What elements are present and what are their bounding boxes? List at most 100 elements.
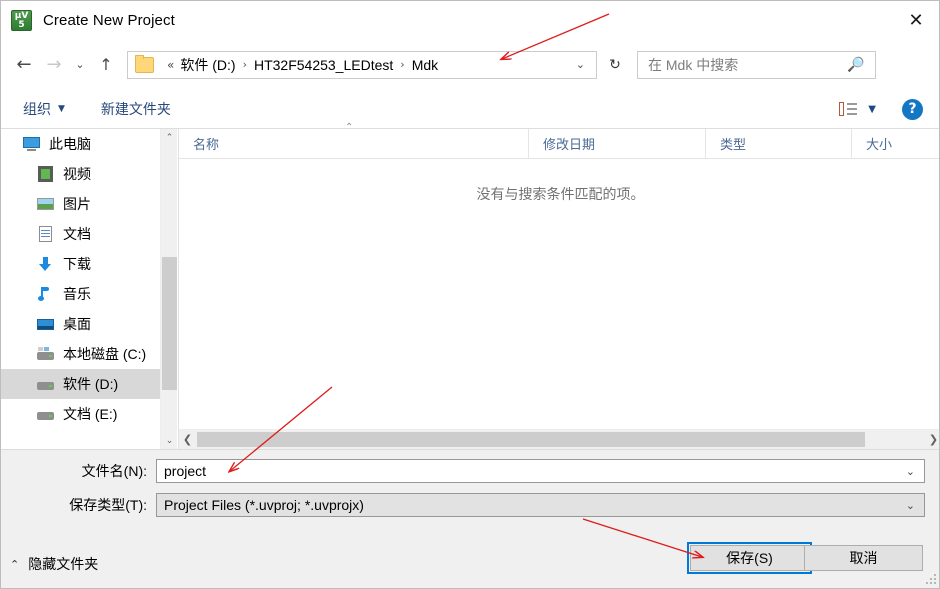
chevron-down-icon: ▼ [58, 103, 65, 114]
music-icon [37, 286, 54, 302]
help-icon[interactable]: ? [902, 98, 923, 120]
file-list-horizontal-scrollbar[interactable]: ❮ ❯ [179, 429, 939, 449]
desktop-icon [37, 316, 54, 332]
sidebar-item-documents-e[interactable]: 文档 (E:) [1, 399, 177, 429]
navigation-bar: ← → ⌄ ↑ « 软件 (D:) › HT32F54253_LEDtest ›… [1, 40, 939, 89]
hide-folders-label: 隐藏文件夹 [28, 556, 99, 572]
command-toolbar: 组织 ▼ 新建文件夹 ▼ ? [1, 89, 939, 129]
drive-icon [37, 346, 54, 362]
sidebar-item-software-d[interactable]: 软件 (D:) [1, 369, 177, 399]
this-pc-icon [23, 136, 40, 152]
video-icon [37, 166, 54, 182]
folder-icon [135, 54, 154, 73]
column-header-date-modified[interactable]: 修改日期 [529, 128, 706, 159]
filetype-row: 保存类型(T): Project Files (*.uvproj; *.uvpr… [1, 493, 925, 517]
search-box[interactable]: 在 Mdk 中搜索 🔍 [637, 50, 876, 79]
filetype-value: Project Files (*.uvproj; *.uvprojx) [164, 497, 364, 513]
chevron-up-icon: ⌃ [10, 557, 20, 571]
title-bar: µV 5 Create New Project ✕ [1, 1, 939, 40]
downloads-icon [37, 256, 54, 272]
sidebar-item-label: 文档 (E:) [63, 406, 118, 422]
cancel-button[interactable]: 取消 [804, 545, 923, 571]
uvision-icon-glyph-bottom: 5 [18, 20, 25, 30]
up-icon[interactable]: ↑ [91, 50, 121, 80]
filename-label: 文件名(N): [81, 463, 147, 479]
documents-icon [37, 226, 54, 242]
column-header-label: 修改日期 [543, 137, 596, 152]
filename-row: 文件名(N): project ⌄ [1, 459, 925, 483]
scroll-up-icon[interactable]: ⌃ [161, 129, 177, 146]
organize-button[interactable]: 组织 ▼ [23, 99, 65, 119]
file-list-pane: 名称 ⌃ 修改日期 类型 大小 没有与搜索条件匹配的项。 ❮ ❯ [178, 122, 939, 449]
forward-icon[interactable]: → [39, 50, 69, 80]
refresh-icon[interactable]: ↻ [601, 51, 629, 79]
breadcrumb-separator-icon: › [400, 58, 405, 71]
toolbar-right-group: ▼ ? [839, 89, 939, 129]
view-mode-icon[interactable] [839, 102, 858, 116]
new-folder-label: 新建文件夹 [100, 100, 171, 117]
breadcrumb-item-project[interactable]: HT32F54253_LEDtest [254, 57, 393, 73]
sidebar-item-label: 软件 (D:) [63, 376, 119, 392]
sidebar-item-label: 图片 [63, 196, 91, 212]
back-icon[interactable]: ← [9, 50, 39, 80]
chevron-down-icon[interactable]: ⌄ [565, 58, 596, 71]
horizontal-scrollbar-thumb[interactable] [197, 432, 865, 447]
navigation-pane: 此电脑 视频 图片 文档 下载 音乐 桌面 本地磁盘 (C:) 软件 (D:) … [1, 129, 177, 449]
organize-label: 组织 [23, 100, 51, 117]
content-area: 此电脑 视频 图片 文档 下载 音乐 桌面 本地磁盘 (C:) 软件 (D:) … [1, 122, 939, 449]
chevron-down-icon[interactable]: ⌄ [906, 465, 915, 478]
column-header-label: 类型 [720, 137, 747, 152]
filetype-select[interactable]: Project Files (*.uvproj; *.uvprojx) ⌄ [156, 493, 925, 517]
new-folder-button[interactable]: 新建文件夹 [101, 99, 171, 119]
filename-value: project [164, 463, 207, 479]
save-button[interactable]: 保存(S) [687, 542, 812, 574]
save-as-dialog: µV 5 Create New Project ✕ ← → ⌄ ↑ « 软件 (… [0, 0, 940, 589]
scroll-right-icon[interactable]: ❯ [925, 430, 939, 449]
close-icon[interactable]: ✕ [893, 1, 939, 39]
sidebar-scrollbar-thumb[interactable] [162, 257, 177, 390]
sidebar-item-videos[interactable]: 视频 [1, 159, 177, 189]
chevron-down-icon[interactable]: ▼ [868, 104, 876, 115]
window-title: Create New Project [43, 12, 175, 29]
sidebar-item-label: 此电脑 [49, 136, 91, 152]
breadcrumb[interactable]: « 软件 (D:) › HT32F54253_LEDtest › Mdk ⌄ [127, 50, 597, 79]
column-header-type[interactable]: 类型 [706, 128, 852, 159]
breadcrumb-overflow-icon[interactable]: « [161, 58, 180, 72]
resize-grip[interactable] [926, 574, 938, 586]
sidebar-item-desktop[interactable]: 桌面 [1, 309, 177, 339]
scroll-left-icon[interactable]: ❮ [179, 430, 196, 449]
sidebar-item-label: 音乐 [63, 286, 91, 302]
drive-icon [37, 406, 54, 422]
recent-locations-icon[interactable]: ⌄ [69, 50, 91, 80]
sidebar-item-music[interactable]: 音乐 [1, 279, 177, 309]
dialog-footer: 文件名(N): project ⌄ 保存类型(T): Project Files… [1, 449, 939, 588]
sidebar-item-label: 视频 [63, 166, 91, 182]
sidebar-item-label: 文档 [63, 226, 91, 242]
column-header-name[interactable]: 名称 ⌃ [179, 122, 529, 159]
sidebar-item-this-pc[interactable]: 此电脑 [1, 129, 177, 159]
column-headers: 名称 ⌃ 修改日期 类型 大小 [179, 122, 939, 159]
breadcrumb-item-drive[interactable]: 软件 (D:) [180, 55, 235, 75]
search-input[interactable]: 在 Mdk 中搜索 [648, 55, 847, 75]
sidebar-scrollbar[interactable]: ⌃ ⌄ [160, 129, 177, 449]
chevron-down-icon[interactable]: ⌄ [906, 499, 915, 512]
filetype-label: 保存类型(T): [69, 497, 147, 513]
sidebar-item-label: 下载 [63, 256, 91, 272]
sidebar-item-documents[interactable]: 文档 [1, 219, 177, 249]
uvision-icon: µV 5 [11, 10, 32, 31]
sort-ascending-icon: ⌃ [345, 121, 354, 133]
column-header-size[interactable]: 大小 [852, 129, 939, 159]
sidebar-item-label: 桌面 [63, 316, 91, 332]
scroll-down-icon[interactable]: ⌄ [161, 432, 177, 449]
breadcrumb-item-mdk[interactable]: Mdk [412, 57, 438, 73]
filename-input[interactable]: project ⌄ [156, 459, 925, 483]
sidebar-item-label: 本地磁盘 (C:) [63, 346, 147, 362]
hide-folders-toggle[interactable]: ⌃ 隐藏文件夹 [10, 554, 98, 574]
drive-icon [37, 376, 54, 392]
sidebar-item-downloads[interactable]: 下载 [1, 249, 177, 279]
sidebar-item-local-disk-c[interactable]: 本地磁盘 (C:) [1, 339, 177, 369]
sidebar-item-pictures[interactable]: 图片 [1, 189, 177, 219]
breadcrumb-separator-icon: › [242, 58, 247, 71]
pictures-icon [37, 196, 54, 212]
column-header-label: 大小 [866, 137, 893, 152]
